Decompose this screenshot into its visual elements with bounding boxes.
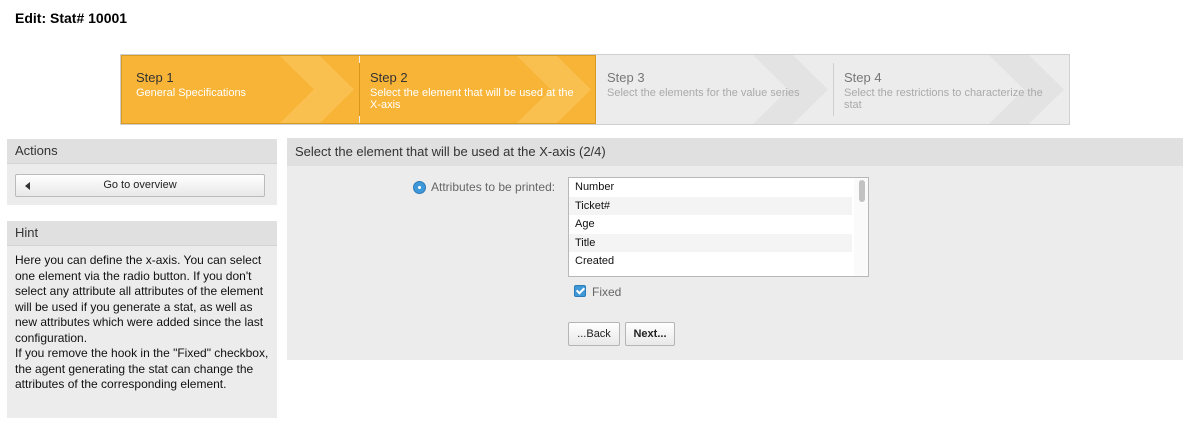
attributes-label: Attributes to be printed:: [431, 180, 556, 194]
step-3-description: Select the elements for the value series: [607, 87, 800, 99]
step-1-number: Step 1: [136, 70, 174, 85]
back-button[interactable]: ...Back: [568, 322, 620, 346]
step-2-number: Step 2: [370, 70, 408, 85]
list-item[interactable]: Created: [569, 252, 852, 271]
list-item[interactable]: Number: [569, 178, 852, 197]
step-4[interactable]: Step 4 Select the restrictions to charac…: [834, 55, 1069, 124]
arrow-left-icon: [25, 182, 30, 190]
step-4-number: Step 4: [844, 70, 882, 85]
list-item[interactable]: Title: [569, 233, 852, 252]
step-3[interactable]: Step 3 Select the elements for the value…: [597, 55, 833, 124]
hint-paragraph-1: Here you can define the x-axis. You can …: [15, 253, 264, 345]
list-item[interactable]: Age: [569, 215, 852, 234]
step-2-description: Select the element that will be used at …: [370, 87, 574, 111]
step-2[interactable]: Step 2 Select the element that will be u…: [360, 55, 596, 124]
fixed-checkbox[interactable]: [574, 285, 586, 297]
main-panel: Select the element that will be used at …: [287, 138, 1183, 360]
go-to-overview-button[interactable]: Go to overview: [15, 174, 265, 197]
go-to-overview-label: Go to overview: [103, 179, 177, 191]
next-button[interactable]: Next...: [625, 322, 675, 346]
hint-paragraph-2: If you remove the hook in the "Fixed" ch…: [15, 346, 269, 391]
hint-text: Here you can define the x-axis. You can …: [7, 246, 277, 393]
list-item[interactable]: Ticket#: [569, 196, 852, 215]
actions-title: Actions: [7, 139, 277, 164]
step-4-description: Select the restrictions to characterize …: [844, 87, 1043, 111]
page-title: Edit: Stat# 10001: [15, 10, 128, 26]
step-3-number: Step 3: [607, 70, 645, 85]
step-1-description: General Specifications: [136, 87, 247, 99]
fixed-label: Fixed: [592, 285, 622, 299]
attributes-listbox[interactable]: Number Ticket# Age Title Created: [568, 177, 869, 277]
listbox-scrollbar[interactable]: [854, 178, 868, 276]
step-1[interactable]: Step 1 General Specifications: [121, 55, 359, 124]
main-heading: Select the element that will be used at …: [287, 138, 1183, 166]
hint-title: Hint: [7, 221, 277, 246]
wizard-steps: Step 1 General Specifications Step 2 Sel…: [120, 54, 1070, 125]
hint-box: Hint Here you can define the x-axis. You…: [7, 221, 277, 418]
attributes-radio[interactable]: [413, 181, 426, 194]
actions-box: Actions Go to overview: [7, 139, 277, 205]
scrollbar-thumb[interactable]: [859, 180, 865, 202]
